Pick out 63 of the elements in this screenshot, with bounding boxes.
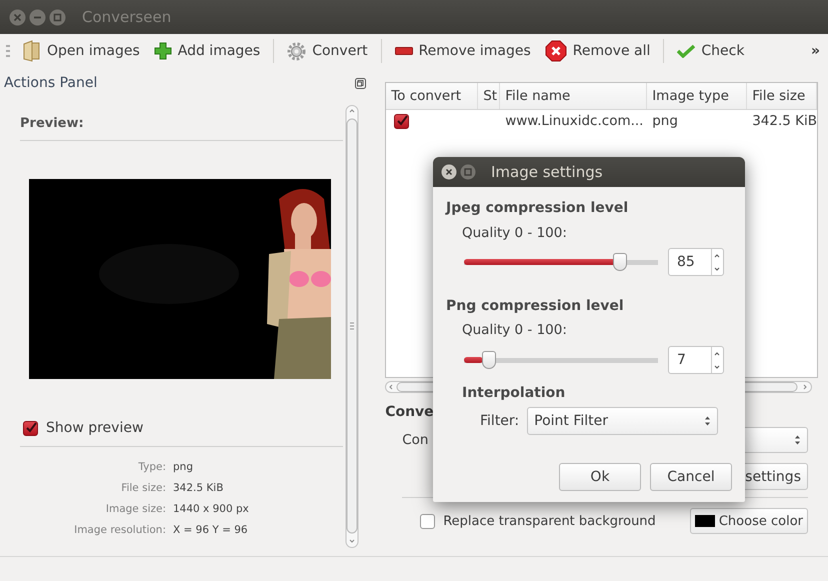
- field-label: Filter:: [480, 413, 520, 429]
- cancel-button[interactable]: Cancel: [650, 463, 732, 491]
- column-header[interactable]: To convert: [386, 83, 478, 109]
- close-button[interactable]: [441, 164, 457, 180]
- field-label: Con: [402, 432, 428, 448]
- vertical-scrollbar[interactable]: [345, 105, 359, 548]
- section-heading: Jpeg compression level: [446, 199, 628, 217]
- preview-heading: Preview:: [20, 115, 85, 133]
- checkbox[interactable]: [23, 420, 38, 436]
- checkbox-label: Show preview: [46, 420, 144, 436]
- info-label: File size:: [120, 481, 166, 496]
- info-label: Image size:: [104, 502, 166, 517]
- slider-thumb[interactable]: [482, 351, 496, 369]
- slider-thumb[interactable]: [613, 253, 628, 271]
- toolbar-button[interactable]: Convert: [280, 38, 375, 64]
- up-down-caret-icon: [704, 415, 712, 427]
- checkbox[interactable]: [394, 114, 410, 128]
- toolbar-button[interactable]: Add images: [146, 38, 268, 64]
- info-value: png: [173, 460, 194, 475]
- gear-icon: [287, 42, 306, 60]
- octagon-x-icon: [544, 40, 567, 62]
- section-heading: Conve: [385, 403, 434, 421]
- panel-title: Actions Panel: [4, 75, 98, 91]
- ok-button[interactable]: Ok: [559, 463, 641, 491]
- section-heading: Interpolation: [461, 384, 566, 402]
- column-header[interactable]: St: [478, 83, 500, 109]
- folder-icon: [21, 40, 41, 62]
- table-cell-text: png: [651, 112, 679, 131]
- column-header[interactable]: Image type: [647, 83, 748, 109]
- overflow-button[interactable]: »: [806, 41, 824, 61]
- spin-box[interactable]: 85: [668, 248, 724, 276]
- info-label: Image resolution:: [73, 523, 166, 538]
- checkbox-label: Replace transparent background: [443, 514, 656, 528]
- section-heading: Png compression level: [446, 297, 624, 315]
- filter-dropdown[interactable]: Point Filter: [527, 407, 718, 435]
- up-down-caret-icon: [794, 434, 801, 446]
- table-cell-text: www.Linuxidc.com...: [504, 112, 644, 131]
- info-value: 1440 x 900 px: [173, 502, 250, 517]
- color-swatch-icon: [694, 515, 715, 527]
- toolbar-button[interactable]: Open images: [14, 36, 147, 66]
- info-value: X = 96 Y = 96: [173, 523, 249, 538]
- choose-color-button[interactable]: Choose color: [690, 508, 808, 534]
- spin-box[interactable]: 7: [668, 346, 724, 374]
- checkmark-icon: [677, 44, 696, 58]
- window-title: Converseen: [82, 8, 172, 26]
- minus-icon: [394, 47, 413, 55]
- toolbar-button[interactable]: Check: [670, 39, 752, 63]
- toolbar-button[interactable]: Remove all: [538, 36, 658, 66]
- minimize-button[interactable]: [29, 8, 46, 26]
- plus-icon: [154, 42, 172, 60]
- field-label: Quality 0 - 100:: [462, 225, 568, 242]
- toolbar-button[interactable]: Remove images: [388, 39, 538, 63]
- grip-handle[interactable]: [6, 44, 10, 58]
- info-label: Type:: [137, 460, 166, 475]
- maximize-button[interactable]: [49, 8, 66, 26]
- info-value: 342.5 KiB: [173, 481, 224, 496]
- float-panel-icon[interactable]: [355, 78, 366, 88]
- checkbox[interactable]: [420, 514, 436, 528]
- table-cell-text: 342.5 KiB: [751, 112, 817, 131]
- field-label: Quality 0 - 100:: [462, 322, 568, 339]
- column-header[interactable]: File size: [747, 83, 817, 109]
- column-header[interactable]: File name: [500, 83, 648, 109]
- dialog-title: Image settings: [491, 163, 603, 181]
